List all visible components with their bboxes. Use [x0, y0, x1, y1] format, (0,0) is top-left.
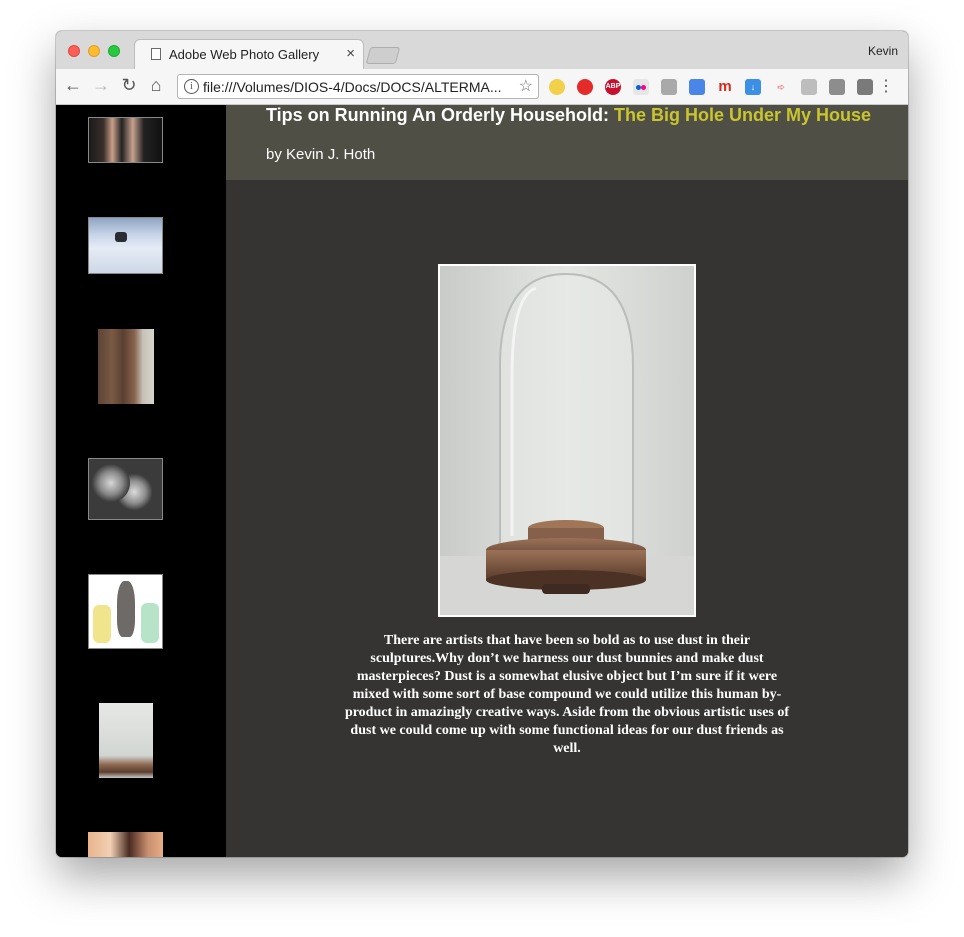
url-text: file:///Volumes/DIOS-4/Docs/DOCS/ALTERMA…: [203, 79, 502, 95]
thumbnail-two-people[interactable]: [88, 117, 163, 163]
drive-icon[interactable]: [661, 79, 677, 95]
title-accent: The Big Hole Under My House: [614, 105, 872, 125]
maximize-window-button[interactable]: [108, 45, 120, 57]
thumbnail-glass-dome[interactable]: [99, 703, 153, 778]
thumbnail-books[interactable]: [98, 329, 154, 404]
feather-icon[interactable]: [857, 79, 873, 95]
close-tab-icon[interactable]: ×: [346, 45, 355, 62]
browser-tab[interactable]: Adobe Web Photo Gallery ×: [134, 39, 364, 69]
r-icon[interactable]: [801, 79, 817, 95]
main-photo-glass-dome: [438, 264, 696, 617]
tools-icon[interactable]: [829, 79, 845, 95]
byline: by Kevin J. Hoth: [266, 146, 376, 163]
new-tab-button[interactable]: [365, 47, 401, 64]
browser-toolbar: ← → ↻ ⌂ i file:///Volumes/DIOS-4/Docs/DO…: [56, 69, 908, 105]
document-icon: [151, 48, 161, 60]
profile-name[interactable]: Kevin: [868, 44, 898, 58]
thumbnail-dust-bunny-illustration[interactable]: [88, 574, 163, 649]
download-icon[interactable]: ↓: [745, 79, 761, 95]
flickr-icon[interactable]: [633, 79, 649, 95]
menu-dots-icon[interactable]: ⋮: [878, 76, 894, 96]
reload-icon[interactable]: ↻: [118, 75, 140, 96]
glass-dome-image: [440, 266, 694, 615]
page-title: Tips on Running An Orderly Household: Th…: [266, 105, 871, 126]
m-icon[interactable]: m: [717, 79, 733, 95]
minimize-window-button[interactable]: [88, 45, 100, 57]
adblock-plus-icon[interactable]: ABP: [605, 79, 621, 95]
share-icon[interactable]: ➪: [773, 79, 789, 95]
translate-icon[interactable]: [689, 79, 705, 95]
address-bar[interactable]: i file:///Volumes/DIOS-4/Docs/DOCS/ALTER…: [177, 74, 539, 99]
thumbnail-snow-igloo[interactable]: [88, 217, 163, 274]
tab-bar: Adobe Web Photo Gallery × Kevin: [56, 31, 908, 69]
thumbnail-partial[interactable]: [88, 832, 163, 857]
info-icon[interactable]: i: [184, 79, 199, 94]
emoji-icon[interactable]: [549, 79, 565, 95]
opera-icon[interactable]: [577, 79, 593, 95]
forward-arrow-icon[interactable]: →: [90, 75, 112, 96]
tab-title: Adobe Web Photo Gallery: [169, 47, 320, 62]
thumbnail-sidebar: [56, 105, 226, 857]
page-header: Tips on Running An Orderly Household: Th…: [226, 105, 908, 180]
browser-window: Adobe Web Photo Gallery × Kevin ← → ↻ ⌂ …: [56, 31, 908, 857]
page-content: Tips on Running An Orderly Household: Th…: [56, 105, 908, 857]
close-window-button[interactable]: [68, 45, 80, 57]
home-icon[interactable]: ⌂: [145, 75, 167, 96]
title-main: Tips on Running An Orderly Household:: [266, 105, 609, 125]
back-arrow-icon[interactable]: ←: [62, 75, 84, 96]
bookmark-star-icon[interactable]: ☆: [519, 76, 533, 96]
photo-caption: There are artists that have been so bold…: [344, 633, 790, 756]
thumbnail-dust-micrograph[interactable]: [88, 458, 163, 520]
